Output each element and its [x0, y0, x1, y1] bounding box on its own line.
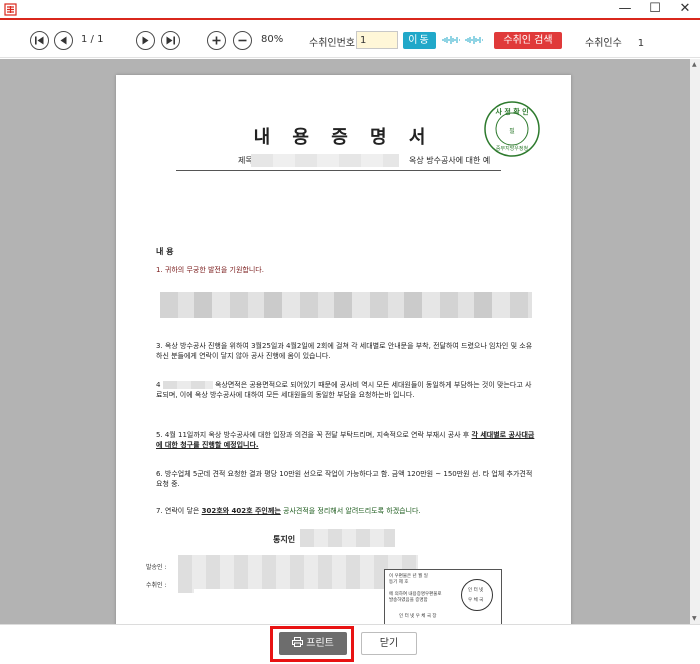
print-button[interactable]: 프린트 — [279, 632, 347, 655]
close-window-button[interactable]: ✕ — [670, 0, 700, 18]
redacted-receiver — [178, 573, 194, 593]
paragraph-1: 1. 귀하의 무궁한 발전을 기원합니다. — [156, 266, 264, 274]
redacted-building — [162, 381, 213, 389]
toolbar: 1 / 1 80% 수취인번호 이동 수취인 검색 수취인수 1 — [0, 22, 700, 58]
stamp-circle-top: 인 터 넷 — [468, 588, 484, 593]
receiver-number-label: 수취인번호 — [309, 38, 355, 49]
paragraph-6: 6. 방수업체 5군데 견적 요청한 결과 평당 10만원 선으로 작업이 가능… — [156, 470, 533, 488]
sender-label: 발송인 : — [146, 564, 167, 571]
print-preview-window: — ☐ ✕ 1 / 1 80% 수취인번호 이동 — [0, 0, 700, 664]
title-bar: — ☐ ✕ — [0, 0, 700, 20]
page-indicator: 1 / 1 — [81, 34, 104, 45]
subject-suffix: 옥상 방수공사에 대한 예 — [409, 156, 491, 165]
previous-page-icon — [60, 36, 67, 45]
print-button-label: 프린트 — [306, 638, 334, 649]
stamp-line-2: 등기 제 호 — [389, 580, 409, 585]
notifier-label: 통지인 — [273, 535, 296, 544]
document-page: 내 용 증 명 서 사 정 확 인 필 중부지방우정청 제목 : 인천광역시 옥… — [116, 75, 571, 624]
stamp-circle-bottom: 우 체 국 — [468, 598, 484, 603]
minus-icon — [238, 39, 247, 42]
zoom-in-button[interactable] — [207, 31, 226, 50]
previous-page-button[interactable] — [54, 31, 73, 50]
first-page-button[interactable] — [30, 31, 49, 50]
svg-text:중부지방우정청: 중부지방우정청 — [496, 145, 528, 152]
post-office-seal-icon: 인 터 넷 우 체 국 — [461, 579, 493, 611]
zoom-level: 80% — [261, 34, 284, 45]
document-subject: 제목 : 인천광역시 옥상 방수공사에 대한 예 — [176, 154, 501, 171]
receiver-count-label: 수취인수 — [585, 38, 622, 49]
receiver-count-value: 1 — [637, 38, 645, 49]
stamp-line-4: 발송하였음을 증명함 — [389, 598, 428, 603]
vertical-scrollbar[interactable]: ▲ ▼ — [690, 59, 700, 624]
redacted-notifier — [300, 529, 395, 547]
receiver-number-input[interactable] — [356, 31, 398, 49]
minimize-button[interactable]: — — [610, 0, 640, 18]
move-button[interactable]: 이동 — [403, 32, 436, 49]
receiver-label: 수취인 : — [146, 582, 167, 589]
stamp-line-5: 인 터 넷 우 체 국 장 — [399, 614, 437, 619]
verification-seal-icon: 사 정 확 인 필 중부지방우정청 — [484, 101, 540, 157]
redacted-address — [251, 154, 399, 167]
receiver-count: 수취인수 1 — [585, 34, 644, 49]
section-heading: 내 용 — [156, 247, 174, 256]
scroll-up-icon[interactable]: ▲ — [692, 61, 697, 68]
close-button[interactable]: 닫기 — [361, 632, 417, 655]
svg-text:필: 필 — [509, 128, 515, 135]
paragraph-7: 7. 연락이 닿은 302호와 402호 주인께는 공사견적을 정리해서 알려드… — [156, 506, 536, 516]
paragraph-5: 5. 4월 11일까지 옥상 방수공사에 대한 입장과 의견을 꼭 전달 부탁드… — [156, 430, 536, 450]
printer-icon — [292, 637, 304, 647]
zoom-out-button[interactable] — [233, 31, 252, 50]
plus-icon — [212, 36, 221, 45]
last-page-icon — [166, 36, 175, 45]
postal-certification-stamp: 이 우편물은 년 월 일 등기 제 호 에 의하여 내용증명우편물로 발송하였음… — [384, 569, 502, 624]
paragraph-5-text: 5. 4월 11일까지 옥상 방수공사에 대한 입장과 의견을 꼭 전달 부탁드… — [156, 431, 470, 439]
waveform-right-icon — [465, 36, 483, 44]
redacted-paragraph-2 — [160, 292, 532, 318]
maximize-button[interactable]: ☐ — [640, 0, 670, 18]
first-page-icon — [35, 36, 44, 45]
app-logo-icon — [4, 3, 17, 16]
paragraph-4-number: 4 — [156, 381, 161, 389]
paragraph-7-emphasis: 302호와 402호 주인께는 — [201, 507, 281, 515]
document-viewer[interactable]: 내 용 증 명 서 사 정 확 인 필 중부지방우정청 제목 : 인천광역시 옥… — [0, 59, 690, 624]
paragraph-4: 4 옥상면적은 공용면적으로 되어있기 때문에 공사비 역시 모든 세대원들이 … — [156, 380, 536, 400]
next-page-icon — [142, 36, 149, 45]
next-page-button[interactable] — [136, 31, 155, 50]
svg-text:사 정 확 인: 사 정 확 인 — [495, 107, 528, 116]
waveform-left-icon — [442, 36, 460, 44]
last-page-button[interactable] — [161, 31, 180, 50]
paragraph-3: 3. 옥상 방수공사 진행을 위하여 3월25일과 4월2일에 2회에 걸쳐 각… — [156, 342, 533, 360]
receiver-search-button[interactable]: 수취인 검색 — [494, 32, 562, 49]
scroll-down-icon[interactable]: ▼ — [692, 615, 697, 622]
paragraph-7-pre: 7. 연락이 닿은 — [156, 507, 200, 515]
redacted-sender — [178, 555, 418, 589]
paragraph-7-post: 공사견적을 정리해서 알려드리도록 하겠습니다. — [283, 507, 421, 515]
